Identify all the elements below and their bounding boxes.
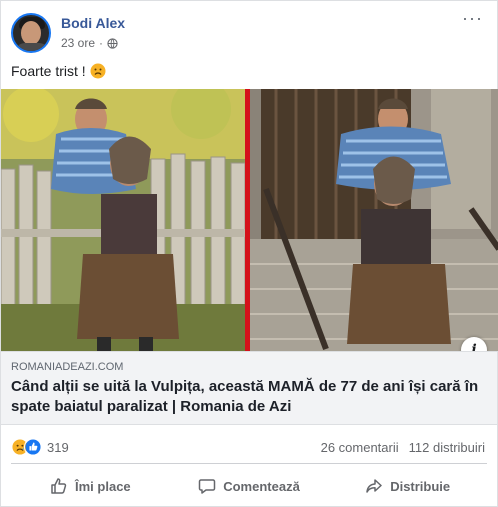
- thumbs-up-icon: [51, 478, 67, 494]
- post-actions: Îmi place Comentează Distribuie: [11, 467, 487, 505]
- avatar-shirt: [15, 43, 49, 51]
- post-card: Bodi Alex 23 ore · ··· Foarte trist ! i …: [0, 0, 498, 507]
- share-label: Distribuie: [390, 478, 451, 494]
- like-label: Îmi place: [75, 478, 131, 494]
- comment-bubble-icon: [198, 479, 216, 494]
- like-button[interactable]: Îmi place: [11, 467, 170, 505]
- comment-label: Comentează: [223, 478, 300, 494]
- globe-icon: [107, 37, 118, 49]
- photo-illustration: [1, 89, 498, 351]
- reaction-summary[interactable]: 319: [11, 438, 69, 456]
- share-arrow-icon: [366, 479, 382, 493]
- link-preview[interactable]: ROMANIADEAZI.COM Când alții se uită la V…: [1, 351, 497, 425]
- sad-face-emoji: [90, 63, 106, 79]
- share-button[interactable]: Distribuie: [328, 467, 487, 505]
- actions-divider: [11, 463, 487, 464]
- avatar-face: [21, 21, 41, 45]
- share-count[interactable]: 112 distribuiri: [409, 440, 485, 455]
- comment-count[interactable]: 26 comentarii: [321, 440, 399, 455]
- like-reaction-icon: [24, 438, 42, 456]
- author-name[interactable]: Bodi Alex: [61, 15, 125, 31]
- comment-button[interactable]: Comentează: [170, 467, 329, 505]
- post-stats: 26 comentarii 112 distribuiri: [321, 440, 485, 455]
- post-meta: 23 ore ·: [61, 36, 118, 50]
- post-time[interactable]: 23 ore: [61, 36, 95, 50]
- post-text: Foarte trist !: [11, 63, 106, 79]
- more-options-icon[interactable]: ···: [462, 9, 483, 27]
- link-domain: ROMANIADEAZI.COM: [11, 361, 124, 373]
- reaction-count: 319: [47, 439, 69, 455]
- meta-separator: ·: [99, 36, 104, 50]
- link-preview-image[interactable]: [1, 89, 498, 351]
- post-header: Bodi Alex 23 ore · ···: [1, 1, 497, 61]
- link-title[interactable]: Când alții se uită la Vulpița, această M…: [11, 377, 481, 417]
- post-message: Foarte trist !: [11, 63, 86, 79]
- avatar[interactable]: [11, 13, 51, 53]
